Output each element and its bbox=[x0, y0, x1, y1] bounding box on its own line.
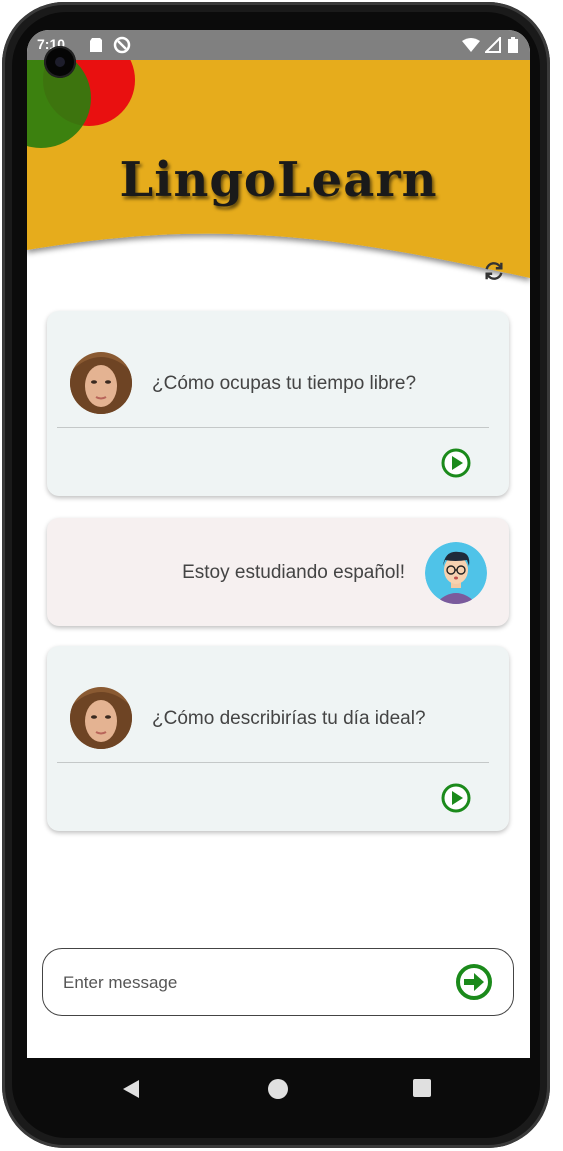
back-icon[interactable] bbox=[121, 1078, 141, 1100]
send-arrow-icon[interactable] bbox=[455, 963, 493, 1001]
bot-avatar bbox=[70, 352, 132, 414]
app-screen: 7:10 LingoLearn ¿Cómo ocupas tu tiempo l… bbox=[27, 30, 530, 1058]
user-avatar bbox=[425, 542, 487, 604]
message-text: ¿Cómo describirías tu día ideal? bbox=[152, 708, 426, 729]
bot-avatar bbox=[70, 687, 132, 749]
bot-message-card: ¿Cómo ocupas tu tiempo libre? bbox=[47, 311, 509, 496]
play-icon[interactable] bbox=[441, 783, 471, 813]
app-header: LingoLearn bbox=[27, 60, 530, 320]
divider bbox=[57, 762, 489, 763]
data-saver-icon bbox=[113, 36, 131, 54]
app-title: LingoLearn bbox=[119, 152, 438, 208]
sd-card-icon bbox=[90, 38, 102, 52]
refresh-icon[interactable] bbox=[483, 260, 505, 282]
message-text: Estoy estudiando español! bbox=[182, 562, 405, 583]
divider bbox=[57, 427, 489, 428]
message-composer bbox=[42, 948, 514, 1016]
home-icon[interactable] bbox=[267, 1078, 289, 1100]
wifi-icon bbox=[462, 38, 480, 52]
message-input[interactable] bbox=[61, 967, 445, 999]
battery-icon bbox=[508, 37, 518, 53]
bot-message-card: ¿Cómo describirías tu día ideal? bbox=[47, 646, 509, 831]
signal-icon bbox=[485, 37, 501, 53]
status-bar: 7:10 bbox=[27, 30, 530, 60]
system-nav-bar bbox=[27, 1058, 530, 1120]
message-text: ¿Cómo ocupas tu tiempo libre? bbox=[152, 373, 417, 394]
recents-icon[interactable] bbox=[412, 1078, 432, 1098]
play-icon[interactable] bbox=[441, 448, 471, 478]
user-message-card: Estoy estudiando español! bbox=[47, 518, 509, 626]
front-camera bbox=[44, 46, 76, 78]
